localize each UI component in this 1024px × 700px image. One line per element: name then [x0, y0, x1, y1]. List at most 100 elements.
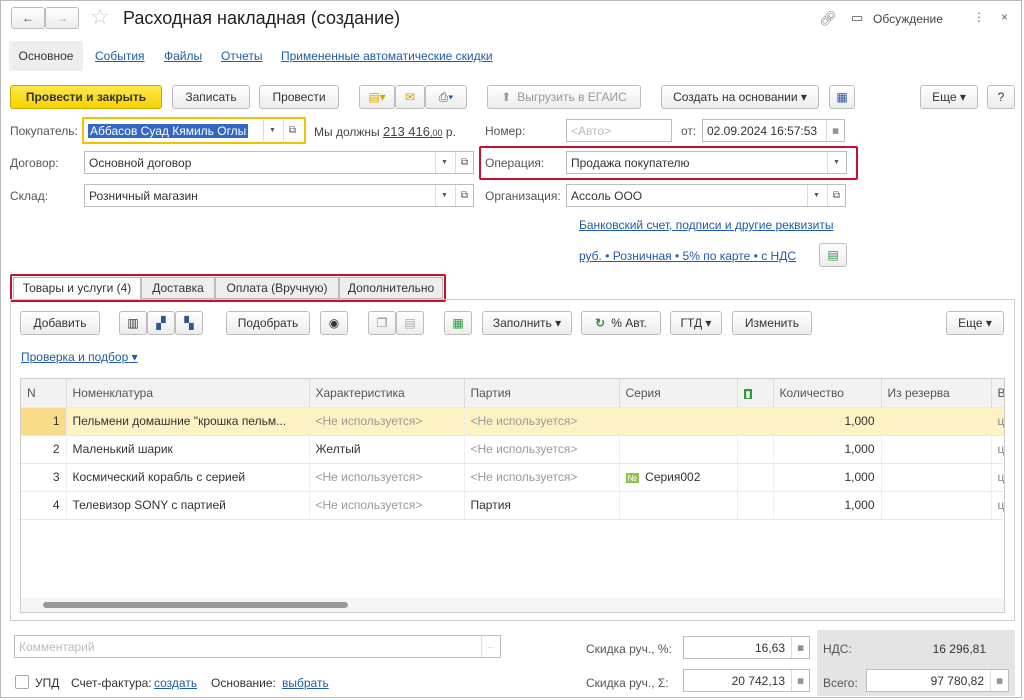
link-icon[interactable]: 🔗︎: [819, 10, 837, 27]
calculator-icon[interactable]: ▦: [791, 637, 809, 658]
buyer-dropdown-icon[interactable]: ▼: [263, 120, 281, 141]
add-row-button[interactable]: Добавить: [20, 311, 100, 335]
col-quantity[interactable]: Количество: [773, 379, 882, 408]
col-characteristic[interactable]: Характеристика: [309, 379, 465, 408]
email-icon[interactable]: ✉: [395, 85, 425, 109]
cell-characteristic[interactable]: <Не используется>: [309, 463, 465, 492]
discussion-button[interactable]: Обсуждение: [873, 12, 943, 26]
col-more[interactable]: В: [991, 379, 1004, 408]
more-button[interactable]: Еще ▾: [920, 85, 978, 109]
pick-button[interactable]: Подобрать: [226, 311, 310, 335]
col-batch[interactable]: Партия: [464, 379, 620, 408]
cell-batch[interactable]: <Не используется>: [464, 407, 620, 436]
table-row[interactable]: 3 Космический корабль с серией <Не испол…: [21, 463, 1004, 492]
warehouse-open-icon[interactable]: ⧉: [455, 185, 473, 206]
favorite-star-icon[interactable]: ☆: [90, 4, 110, 30]
cell-series[interactable]: [619, 435, 738, 464]
cell-quantity[interactable]: 1,000: [773, 407, 882, 436]
cell-name[interactable]: Космический корабль с серией: [66, 463, 310, 492]
warehouse-field[interactable]: Розничный магазин: [84, 184, 474, 207]
cell-batch[interactable]: <Не используется>: [464, 435, 620, 464]
calculator-icon[interactable]: ▦: [791, 670, 809, 691]
cell-reserve[interactable]: [881, 491, 992, 520]
cell-name[interactable]: Маленький шарик: [66, 435, 310, 464]
operation-dropdown-icon[interactable]: ▼: [827, 152, 845, 173]
cell-characteristic[interactable]: <Не используется>: [309, 491, 465, 520]
col-reserve[interactable]: Из резерва: [881, 379, 992, 408]
tab-main[interactable]: Основное: [9, 41, 83, 71]
cell-series[interactable]: [619, 407, 738, 436]
scrollbar-thumb[interactable]: [43, 602, 348, 608]
date-field[interactable]: 02.09.2024 16:57:53: [702, 119, 845, 142]
table-more-button[interactable]: Еще ▾: [946, 311, 1004, 335]
print-icon[interactable]: ⎙▾: [425, 85, 467, 109]
auto-discount-button[interactable]: ↻ % Авт.: [581, 311, 661, 335]
post-and-close-button[interactable]: Провести и закрыть: [10, 85, 162, 109]
table-icon[interactable]: ▦: [444, 311, 472, 335]
cell-name[interactable]: Телевизор SONY с партией: [66, 491, 310, 520]
egais-export-button[interactable]: ⬆ Выгрузить в ЕГАИС: [487, 85, 641, 109]
export-icon[interactable]: ▚: [175, 311, 203, 335]
check-and-pick-link[interactable]: Проверка и подбор ▾: [21, 350, 138, 364]
attach-file-icon[interactable]: ▤▾: [359, 85, 395, 109]
tab-events[interactable]: События: [95, 49, 145, 63]
barcode-icon[interactable]: ▥: [119, 311, 147, 335]
discussion-icon[interactable]: ▭: [851, 10, 863, 26]
horizontal-scrollbar[interactable]: [21, 598, 1004, 612]
cell-quantity[interactable]: 1,000: [773, 463, 882, 492]
eye-icon[interactable]: ◉: [320, 311, 348, 335]
tab-delivery[interactable]: Доставка: [141, 277, 215, 299]
back-button[interactable]: ←: [11, 7, 45, 29]
create-based-on-button[interactable]: Создать на основании ▾: [661, 85, 819, 109]
choose-basis-link[interactable]: выбрать: [282, 676, 329, 690]
cell-reserve[interactable]: [881, 407, 992, 436]
price-settings-icon[interactable]: ▤: [819, 243, 847, 267]
table-row[interactable]: 2 Маленький шарик Желтый <Не используетс…: [21, 435, 1004, 464]
calculator-icon[interactable]: ▦: [990, 670, 1008, 691]
operation-field[interactable]: Продажа покупателю: [566, 151, 847, 174]
cell-characteristic[interactable]: <Не используется>: [309, 407, 465, 436]
comment-field[interactable]: Комментарий: [14, 635, 501, 658]
structure-icon[interactable]: ▦: [829, 85, 855, 109]
cell-reserve[interactable]: [881, 435, 992, 464]
cell-name[interactable]: Пельмени домашние "крошка пельм...: [66, 407, 310, 436]
import-icon[interactable]: ▞: [147, 311, 175, 335]
help-button[interactable]: ?: [987, 85, 1015, 109]
cell-batch[interactable]: <Не используется>: [464, 463, 620, 492]
col-series[interactable]: Серия: [619, 379, 738, 408]
contract-open-icon[interactable]: ⧉: [455, 152, 473, 173]
cell-series[interactable]: [619, 491, 738, 520]
calendar-icon[interactable]: ▦: [826, 120, 844, 141]
forward-button[interactable]: →: [45, 7, 79, 29]
more-menu-icon[interactable]: ⋮: [973, 10, 985, 24]
tab-additional[interactable]: Дополнительно: [339, 277, 443, 299]
close-icon[interactable]: ×: [1001, 10, 1008, 24]
comment-expand-button[interactable]: …: [481, 636, 499, 657]
price-settings-link[interactable]: руб. • Розничная • 5% по карте • с НДС: [579, 249, 796, 263]
tab-goods[interactable]: Товары и услуги (4): [13, 277, 141, 299]
number-field[interactable]: <Авто>: [566, 119, 672, 142]
upd-checkbox[interactable]: [15, 675, 29, 689]
gtd-button[interactable]: ГТД ▾: [670, 311, 722, 335]
copy-icon[interactable]: ❐: [368, 311, 396, 335]
org-field[interactable]: Ассоль ООО: [566, 184, 846, 207]
cell-quantity[interactable]: 1,000: [773, 491, 882, 520]
tab-payment[interactable]: Оплата (Вручную): [215, 277, 339, 299]
change-button[interactable]: Изменить: [732, 311, 812, 335]
create-invoice-link[interactable]: создать: [154, 676, 197, 690]
tab-discounts[interactable]: Примененные автоматические скидки: [281, 49, 493, 63]
cell-series[interactable]: № Серия002: [619, 463, 738, 492]
cell-quantity[interactable]: 1,000: [773, 435, 882, 464]
col-nomenclature[interactable]: Номенклатура: [66, 379, 310, 408]
fill-button[interactable]: Заполнить ▾: [482, 311, 572, 335]
contract-field[interactable]: Основной договор: [84, 151, 474, 174]
org-dropdown-icon[interactable]: ▼: [807, 185, 825, 206]
org-open-icon[interactable]: ⧉: [827, 185, 845, 206]
table-row[interactable]: 1 Пельмени домашние "крошка пельм... <Не…: [21, 407, 1004, 436]
cell-reserve[interactable]: [881, 463, 992, 492]
warehouse-dropdown-icon[interactable]: ▼: [435, 185, 453, 206]
bank-details-link[interactable]: Банковский счет, подписи и другие реквиз…: [579, 218, 834, 232]
col-n[interactable]: N: [21, 379, 67, 408]
table-row[interactable]: 4 Телевизор SONY с партией <Не используе…: [21, 491, 1004, 520]
col-series-icon[interactable]: ▮: [737, 379, 774, 408]
